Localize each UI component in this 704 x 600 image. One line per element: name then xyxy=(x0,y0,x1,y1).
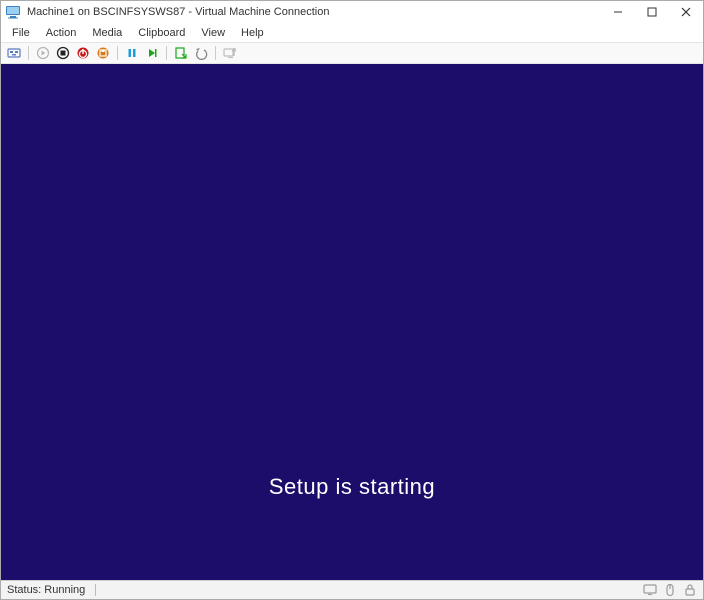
revert-button[interactable] xyxy=(192,44,210,62)
status-text: Status: Running xyxy=(7,584,85,596)
vm-viewport[interactable]: Setup is starting xyxy=(1,64,703,580)
maximize-button[interactable] xyxy=(635,1,669,23)
app-window: Machine1 on BSCINFSYSWS87 - Virtual Mach… xyxy=(0,0,704,600)
menu-help[interactable]: Help xyxy=(234,26,271,40)
menu-clipboard[interactable]: Clipboard xyxy=(131,26,192,40)
window-controls xyxy=(601,1,703,23)
enhanced-session-button[interactable] xyxy=(221,44,239,62)
display-icon xyxy=(643,583,657,597)
reset-button[interactable] xyxy=(143,44,161,62)
ctrl-alt-del-button[interactable] xyxy=(5,44,23,62)
menu-file[interactable]: File xyxy=(5,26,37,40)
checkpoint-button[interactable] xyxy=(172,44,190,62)
start-button[interactable] xyxy=(34,44,52,62)
separator xyxy=(166,46,167,60)
title-bar[interactable]: Machine1 on BSCINFSYSWS87 - Virtual Mach… xyxy=(1,1,703,23)
mouse-icon xyxy=(663,583,677,597)
close-button[interactable] xyxy=(669,1,703,23)
separator xyxy=(215,46,216,60)
menu-bar: File Action Media Clipboard View Help xyxy=(1,23,703,42)
save-button[interactable] xyxy=(94,44,112,62)
lock-icon xyxy=(683,583,697,597)
status-divider xyxy=(95,584,96,596)
app-icon xyxy=(5,4,21,20)
setup-message: Setup is starting xyxy=(269,474,435,500)
menu-view[interactable]: View xyxy=(194,26,232,40)
separator xyxy=(28,46,29,60)
turn-off-button[interactable] xyxy=(54,44,72,62)
status-bar: Status: Running xyxy=(1,580,703,599)
pause-button[interactable] xyxy=(123,44,141,62)
shut-down-button[interactable] xyxy=(74,44,92,62)
menu-action[interactable]: Action xyxy=(39,26,84,40)
toolbar xyxy=(1,42,703,64)
menu-media[interactable]: Media xyxy=(85,26,129,40)
minimize-button[interactable] xyxy=(601,1,635,23)
window-title: Machine1 on BSCINFSYSWS87 - Virtual Mach… xyxy=(27,6,601,18)
separator xyxy=(117,46,118,60)
